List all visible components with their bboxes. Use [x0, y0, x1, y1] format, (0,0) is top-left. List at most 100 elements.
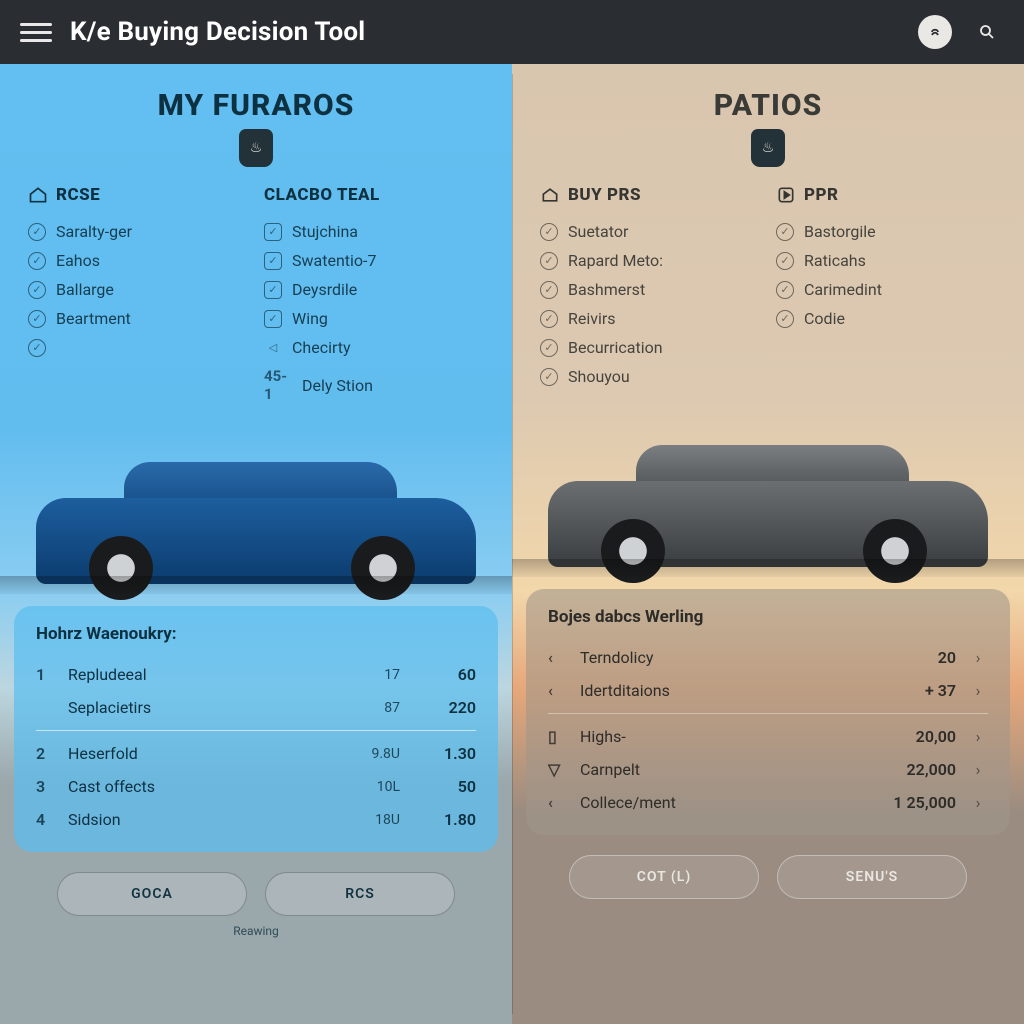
check-icon: ✓ — [28, 339, 46, 357]
list-item[interactable]: ✓Suetator — [540, 217, 766, 246]
list-item[interactable]: ✓Bastorgile — [776, 217, 1002, 246]
table-row[interactable]: ▽ Carnpelt 22,000 › — [548, 753, 988, 786]
table-row[interactable]: 4 Sidsion 18U 1.80 — [36, 803, 476, 836]
right-col1-head: BUY PRS — [540, 185, 766, 205]
row-label: Collece/ment — [580, 793, 880, 812]
check-icon: ✓ — [28, 310, 46, 328]
rcs-button[interactable]: RCS — [265, 872, 455, 916]
chevron-left-icon: ‹ — [548, 681, 568, 700]
list-item[interactable]: ✓Rapard Meto: — [540, 246, 766, 275]
list-item[interactable]: ✓Raticahs — [776, 246, 1002, 275]
row-label: Sidsion — [68, 810, 332, 829]
user-icon[interactable] — [918, 15, 952, 49]
list-item[interactable]: ✓ Carimedint — [776, 275, 1002, 304]
list-item[interactable]: ✓Shouyou — [540, 362, 766, 391]
list-item[interactable]: ✓Ballarge — [28, 275, 254, 304]
check-icon: ✓ — [28, 252, 46, 270]
chevron-right-icon[interactable]: › — [968, 681, 988, 700]
goca-button[interactable]: GOCA — [57, 872, 247, 916]
right-col1-head-label: BUY PRS — [568, 185, 641, 205]
list-item-label: Beartment — [56, 309, 131, 328]
pane-left-lists: RCSE ✓Saralty-ger ✓Eahos ✓Ballarge ✓ Bear… — [0, 175, 512, 412]
list-item[interactable]: ✓Reivirs — [540, 304, 766, 333]
chevron-right-icon[interactable]: › — [968, 648, 988, 667]
senus-button[interactable]: SENU'S — [777, 855, 967, 899]
chevron-right-icon[interactable]: › — [968, 793, 988, 812]
row-label: Repludeeal — [68, 665, 332, 684]
row-index: 4 — [36, 810, 56, 829]
list-item-label: Dely Stion — [302, 376, 373, 395]
chevron-left-icon: ‹ — [548, 793, 568, 812]
list-item-label: Raticahs — [804, 251, 866, 270]
left-col1-head-label: RCSE — [56, 185, 100, 205]
left-col1-head: RCSE — [28, 185, 254, 205]
table-row[interactable]: 2 Heserfold 9.8U 1.30 — [36, 737, 476, 770]
list-item[interactable]: ✓Wing — [264, 304, 490, 333]
row-index: 3 — [36, 777, 56, 796]
list-item[interactable]: ✓Saralty-ger — [28, 217, 254, 246]
list-item[interactable]: ✓ Becurrication — [540, 333, 766, 362]
pane-right-lists: BUY PRS ✓Suetator ✓Rapard Meto: ✓Bashmer… — [512, 175, 1024, 395]
row-label: Carnpelt — [580, 760, 880, 779]
car-image-right — [512, 395, 1024, 577]
check-icon: ✓ — [776, 310, 794, 328]
table-row[interactable]: ‹ Collece/ment 1 25,000 › — [548, 786, 988, 819]
list-item[interactable]: ✓Stujchina — [264, 217, 490, 246]
car-image-left — [0, 412, 512, 594]
row-label: Heserfold — [68, 744, 332, 763]
list-item[interactable]: ✓ Codie — [776, 304, 1002, 333]
row-value-1: 9.8U — [344, 746, 400, 762]
search-icon[interactable] — [970, 15, 1004, 49]
list-item-label: Becurrication — [568, 338, 663, 357]
table-row[interactable]: 1 Repludeeal 17 60 — [36, 658, 476, 691]
check-icon: ✓ — [776, 281, 794, 299]
list-item-label: Bastorgile — [804, 222, 876, 241]
list-item[interactable]: ✓Swatentio-7 — [264, 246, 490, 275]
row-label: Cast offects — [68, 777, 332, 796]
row-value: + 37 — [892, 681, 956, 700]
list-item-label: Bashmerst — [568, 280, 645, 299]
check-icon: ✓ — [540, 339, 558, 357]
shield-icon: ♨ — [239, 129, 273, 167]
pane-left: MY FURAROS ♨ RCSE ✓Saralty-ger ✓Eahos ✓B… — [0, 64, 512, 1024]
table-row[interactable]: Seplacietirs 87 220 — [36, 691, 476, 724]
list-item[interactable]: ✓Eahos — [28, 246, 254, 275]
table-row[interactable]: 3 Cast offects 10L 50 — [36, 770, 476, 803]
pane-right-stats-card: Bojes dabcs Werling ‹ Terndolicy 20 › ‹ … — [526, 589, 1010, 835]
left-col2-head-label: ClACBO TEAL — [264, 185, 380, 205]
table-row[interactable]: ▯ Highs- 20,00 › — [548, 720, 988, 753]
table-row[interactable]: ‹ Terndolicy 20 › — [548, 641, 988, 674]
list-item-label — [56, 338, 60, 357]
row-value: 22,000 — [892, 760, 956, 779]
list-item-label: Wing — [292, 309, 328, 328]
list-item[interactable]: 45-1Dely Stion — [264, 362, 490, 408]
pane-right: PATIOS ♨ BUY PRS ✓Suetator ✓Rapard Meto:… — [512, 64, 1024, 1024]
menu-icon[interactable] — [20, 16, 52, 48]
compare-area: MY FURAROS ♨ RCSE ✓Saralty-ger ✓Eahos ✓B… — [0, 64, 1024, 1024]
list-item-label: Codie — [804, 309, 845, 328]
pane-left-title: MY FURAROS — [0, 64, 512, 129]
chevron-right-icon[interactable]: › — [968, 760, 988, 779]
table-row[interactable]: ‹ Idertditaions + 37 › — [548, 674, 988, 707]
list-item[interactable]: ◁Checirty — [264, 333, 490, 362]
list-item-label: Stujchina — [292, 222, 358, 241]
chevron-right-icon[interactable]: › — [968, 727, 988, 746]
pane-left-stats-card: Hohrz Waenoukry: 1 Repludeeal 17 60 Sepl… — [14, 606, 498, 852]
check-icon: ✓ — [540, 310, 558, 328]
list-item-label: Carimedint — [804, 280, 882, 299]
pane-left-footnote: Reawing — [0, 924, 512, 946]
list-item-label: Checirty — [292, 338, 351, 357]
list-item[interactable]: ✓Deysrdile — [264, 275, 490, 304]
row-label: Terndolicy — [580, 648, 880, 667]
list-item[interactable]: ✓Bashmerst — [540, 275, 766, 304]
check-icon: ✓ — [540, 223, 558, 241]
row-index: 1 — [36, 665, 56, 684]
list-item[interactable]: ✓ Beartment — [28, 304, 254, 333]
cot-button[interactable]: COT (L) — [569, 855, 759, 899]
divider — [36, 730, 476, 731]
shield-outline-icon: ▽ — [548, 760, 568, 779]
check-icon: ✓ — [28, 223, 46, 241]
pane-right-title: PATIOS — [512, 64, 1024, 129]
card-title: Bojes dabcs Werling — [548, 607, 988, 627]
check-icon: ✓ — [540, 368, 558, 386]
